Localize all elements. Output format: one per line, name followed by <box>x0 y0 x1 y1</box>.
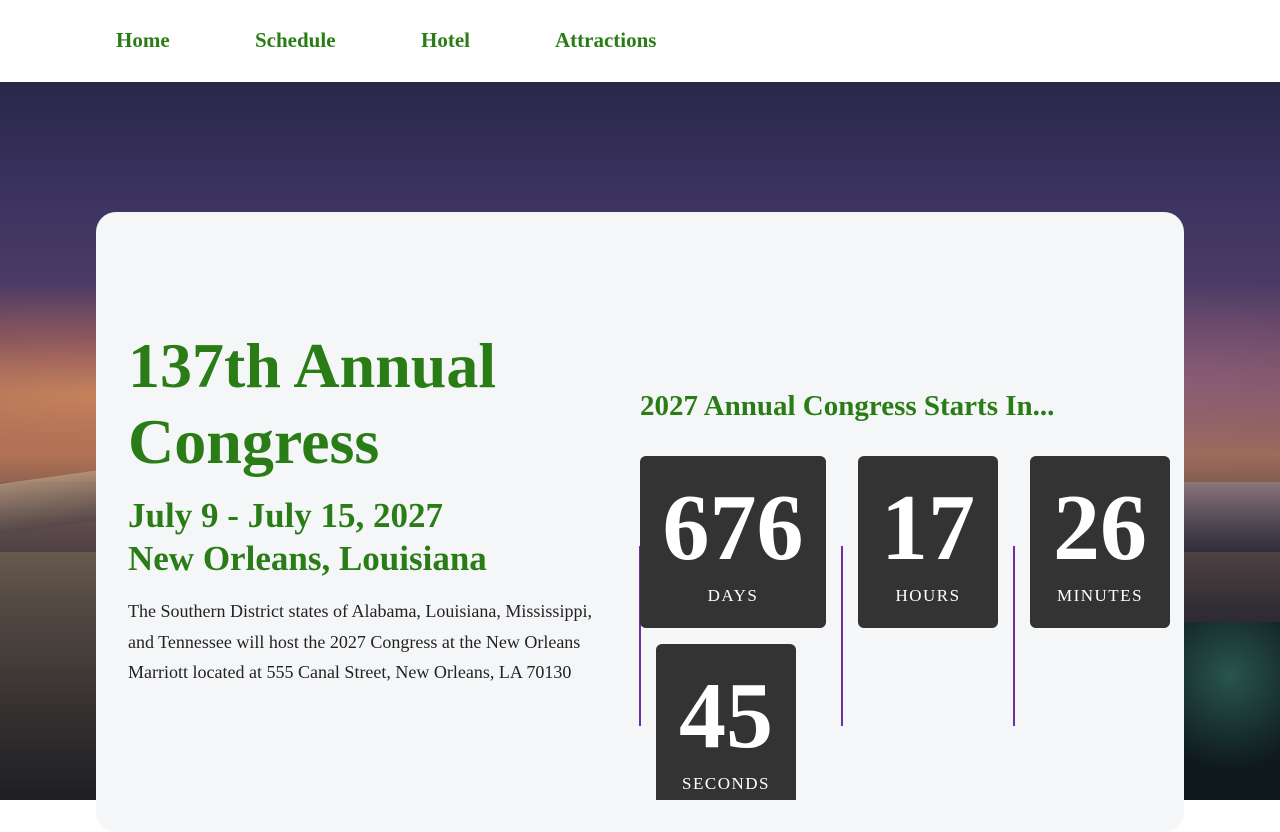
event-dates: July 9 - July 15, 2027 <box>128 496 444 535</box>
countdown-seconds-value: 45 <box>679 664 773 768</box>
countdown-hours-value: 17 <box>881 476 975 580</box>
bridge-right <box>1180 482 1280 552</box>
nav-link-hotel[interactable]: Hotel <box>421 28 470 52</box>
countdown-hours: 17 HOURS <box>858 456 998 628</box>
nav-link-schedule[interactable]: Schedule <box>255 28 336 52</box>
countdown-days-label: DAYS <box>707 586 759 605</box>
top-nav: Home Schedule Hotel Attractions <box>0 0 1280 82</box>
countdown-minutes-value: 26 <box>1053 476 1147 580</box>
countdown-seconds-label: SECONDS <box>682 774 770 793</box>
city-ground-left <box>0 552 100 800</box>
nav-link-home[interactable]: Home <box>116 28 170 52</box>
countdown-divider <box>841 546 843 726</box>
countdown-minutes: 26 MINUTES <box>1030 456 1170 628</box>
countdown-divider <box>1013 546 1015 726</box>
nav-link-attractions[interactable]: Attractions <box>555 28 656 52</box>
event-location: New Orleans, Louisiana <box>128 539 487 578</box>
countdown-days-value: 676 <box>662 476 804 580</box>
event-description: The Southern District states of Alabama,… <box>128 601 592 683</box>
countdown-hours-label: HOURS <box>895 586 961 605</box>
countdown-seconds: 45 SECONDS <box>656 644 796 800</box>
countdown-heading: 2027 Annual Congress Starts In... <box>640 390 1055 422</box>
countdown-minutes-label: MINUTES <box>1056 586 1144 605</box>
trees-right <box>1180 622 1280 800</box>
countdown-days: 676 DAYS <box>640 456 826 628</box>
event-title: 137th Annual Congress <box>128 330 497 477</box>
